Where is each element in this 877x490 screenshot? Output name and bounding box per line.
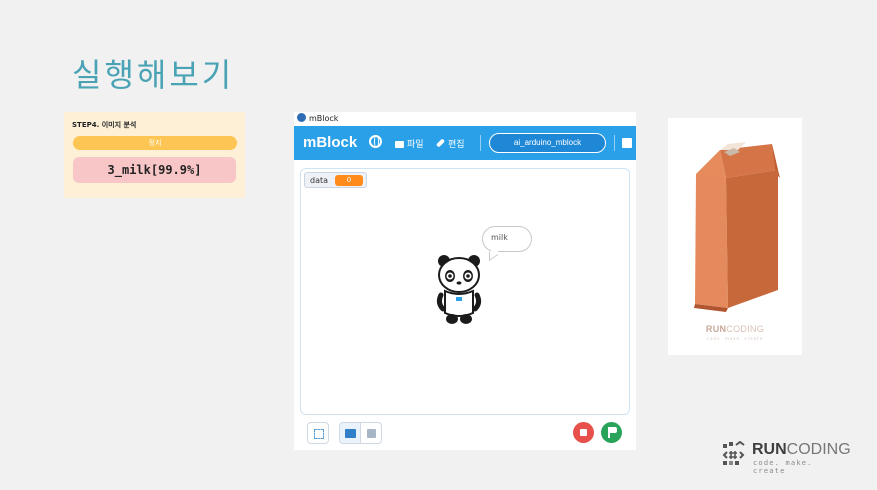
footer-logo-run: RUN: [752, 441, 787, 458]
card-logo-run: RUN: [705, 324, 727, 334]
menu-divider: [480, 135, 481, 151]
stop-button[interactable]: 정지: [73, 136, 237, 150]
project-name-field[interactable]: ai_arduino_mblock: [489, 133, 606, 153]
classification-result: 3_milk[99.9%]: [73, 157, 236, 183]
milk-carton-image: RUNCODING code. make. create: [668, 118, 802, 355]
variable-value: 0: [335, 175, 363, 186]
speech-bubble: milk: [482, 226, 532, 252]
step-panel: STEP4. 이미지 분석 정지 3_milk[99.9%]: [64, 112, 245, 198]
large-stage-layout-icon[interactable]: [360, 422, 382, 444]
mblock-app-icon: [297, 113, 306, 122]
card-tagline: code. make. create: [706, 336, 764, 341]
runcoding-logo-icon: [722, 441, 745, 465]
step-label: STEP4. 이미지 분석: [72, 121, 137, 129]
footer-logo: RUNCODING code. make. create: [722, 440, 851, 475]
footer-logo-coding: CODING: [786, 441, 851, 458]
folder-icon: [395, 141, 404, 148]
small-stage-layout-icon[interactable]: [339, 422, 361, 444]
green-flag-icon[interactable]: [601, 422, 622, 443]
window-titlebar: mBlock: [294, 112, 636, 125]
stage-toolbar: [294, 420, 636, 450]
footer-tagline: code. make. create: [753, 459, 813, 475]
menu-file[interactable]: 파일: [395, 137, 424, 150]
menu-file-label: 파일: [407, 140, 424, 150]
save-icon[interactable]: [622, 138, 632, 148]
menubar: mBlock 파일 편집 ai_arduino_mblock: [294, 126, 636, 160]
stop-icon[interactable]: [573, 422, 594, 443]
slide-title: 실행해보기: [72, 56, 235, 94]
wrench-icon: [435, 138, 446, 148]
language-globe-icon[interactable]: [369, 135, 382, 148]
mblock-window: mBlock mBlock 파일 편집 ai_arduino_mblock da…: [294, 112, 636, 450]
variable-name: data: [310, 176, 329, 185]
panda-sprite[interactable]: [435, 253, 485, 329]
menu-edit-label: 편집: [448, 140, 465, 150]
menu-edit[interactable]: 편집: [435, 137, 465, 150]
variable-monitor: data 0: [304, 172, 367, 188]
brand-logo: mBlock: [303, 134, 358, 151]
card-logo-coding: CODING: [726, 324, 765, 334]
footer-wordmark: RUNCODING: [752, 441, 851, 459]
stage[interactable]: data 0 milk: [300, 168, 630, 415]
window-title: mBlock: [309, 114, 339, 123]
menu-divider: [614, 135, 615, 151]
milk-carton-illustration: [694, 142, 780, 312]
card-logo: RUNCODING: [668, 324, 802, 334]
fullscreen-icon[interactable]: [307, 422, 329, 444]
